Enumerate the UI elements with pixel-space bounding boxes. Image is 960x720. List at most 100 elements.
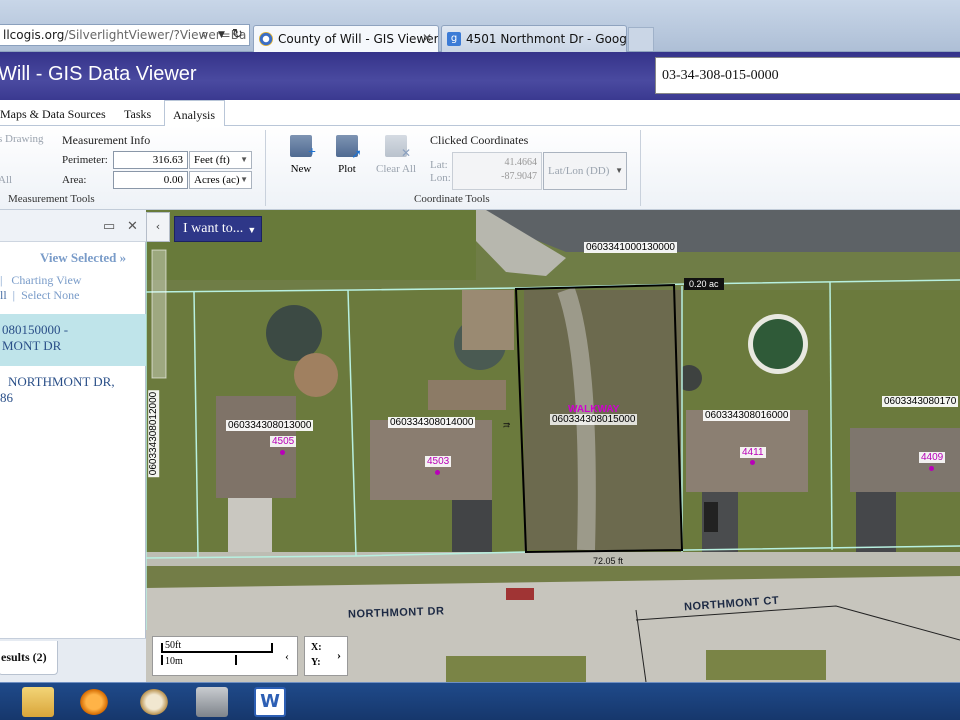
address-point[interactable] (435, 470, 440, 475)
plot-cursor-icon: ➚ (336, 135, 362, 161)
coordinate-format: Lat/Lon (DD) (548, 165, 610, 177)
parcel-pin-label[interactable]: 060334308012000 (148, 389, 160, 478)
new-tab-button[interactable] (628, 27, 654, 51)
new-label: New (290, 163, 312, 175)
lat-value: 41.4664 (504, 157, 538, 168)
results-panel: ▭ ✕ View Selected » | Charting View ll |… (0, 210, 146, 682)
parcel-pin-label-selected[interactable]: 060334308015000 (550, 414, 638, 425)
tab-analysis[interactable]: Analysis (164, 100, 225, 127)
charting-view-link[interactable]: Charting View (11, 273, 81, 287)
coordinate-format-select[interactable]: Lat/Lon (DD) ▼ (543, 152, 627, 190)
view-selected-label: View Selected (40, 250, 117, 265)
i-want-to-menu[interactable]: I want to... ▼ (174, 216, 263, 242)
parcel-pin-label[interactable]: 0603343080170 (882, 396, 959, 407)
dropdown-arrow-icon: ▼ (615, 166, 623, 175)
scale-line: 50ft (161, 640, 273, 653)
address-label: 4503 (425, 456, 452, 467)
address-label: 4505 (270, 436, 297, 447)
media-player-icon[interactable] (78, 687, 110, 717)
parcel-pin-label[interactable]: 060334308014000 (388, 417, 476, 428)
address-label: 4411 (740, 447, 766, 458)
address-bar[interactable]: llcogis.org/SilverlightViewer/?Viewer=Ba… (0, 24, 250, 46)
result-line-2: MONT DR (2, 338, 62, 353)
ie-favicon-icon (259, 32, 273, 46)
select-links: ll | Select None (0, 288, 79, 303)
coordinate-tools-caption: Coordinate Tools (414, 193, 490, 205)
result-line-2: 86 (0, 390, 13, 405)
search-input[interactable]: 03-34-308-015-0000 (655, 57, 960, 94)
result-line-1: 080150000 - (2, 322, 69, 337)
ribbon-divider (265, 130, 266, 206)
parcel-pin-label[interactable]: 060334308013000 (226, 420, 314, 431)
ribbon-panel: s Drawing All Measurement Info Perimeter… (0, 126, 960, 210)
view-selected-link[interactable]: View Selected » (40, 250, 126, 266)
plot-coordinate-button[interactable]: ➚ Plot (327, 135, 367, 175)
result-item[interactable]: NORTHMONT DR, 86 (0, 374, 146, 406)
tab-gis-viewer[interactable]: County of Will - GIS Viewer ✕ (253, 25, 439, 52)
close-icon[interactable]: ✕ (127, 218, 138, 234)
parcel-pin-label[interactable]: 0603341000130000 (584, 242, 677, 253)
perimeter-unit-select[interactable]: Feet (ft) ▼ (189, 151, 252, 169)
close-tab-icon[interactable]: ✕ (422, 31, 432, 45)
area-unit: Acres (ac) (194, 174, 240, 186)
word-icon[interactable]: W (254, 687, 286, 717)
area-unit-select[interactable]: Acres (ac) ▼ (189, 171, 252, 189)
lon-value: -87.9047 (501, 171, 537, 182)
double-chevron-icon: » (119, 250, 127, 265)
results-panel-header: ▭ ✕ (0, 210, 146, 242)
results-tab[interactable]: esults (2) (0, 641, 58, 675)
perimeter-unit: Feet (ft) (194, 154, 230, 166)
search-icon[interactable]: ⌕ (201, 27, 208, 42)
dimension-label: ft (501, 422, 512, 428)
select-all-link[interactable]: ll (0, 288, 7, 302)
area-tag: 0.20 ac (684, 278, 724, 290)
separator: | (12, 288, 16, 302)
paint-icon[interactable] (138, 687, 170, 717)
results-panel-footer: esults (2) (0, 638, 146, 682)
area-value: 0.00 (113, 171, 188, 189)
address-point[interactable] (750, 460, 755, 465)
plot-label: Plot (338, 163, 356, 175)
refresh-icon[interactable]: ↻ (232, 27, 243, 42)
new-point-icon: + (290, 135, 316, 160)
select-none-link[interactable]: Select None (21, 288, 79, 302)
windows-taskbar: W (0, 682, 960, 720)
new-coordinate-button[interactable]: + New (281, 135, 321, 175)
chevron-right-icon[interactable]: › (337, 648, 341, 663)
minimize-icon[interactable]: ▭ (103, 218, 115, 234)
clear-all-coordinates-button[interactable]: ✕ Clear All (373, 135, 419, 175)
clear-all-label: Clear All (375, 163, 417, 175)
scale-meters: 10m (165, 656, 183, 667)
address-label: 4409 (919, 452, 946, 463)
chevron-left-icon[interactable]: ‹ (285, 649, 289, 664)
ribbon-tabs: Maps & Data Sources Tasks Analysis (0, 100, 960, 127)
tab-label: County of Will - GIS Viewer (278, 32, 439, 46)
perimeter-label: Perimeter: (62, 154, 108, 166)
chevron-left-icon: ‹ (155, 220, 161, 233)
coordinate-readout: 41.4664 -87.9047 (452, 152, 542, 190)
address-point[interactable] (280, 450, 285, 455)
i-want-to-label: I want to... (183, 221, 244, 236)
url-host: llcogis.org (3, 28, 65, 42)
map-view[interactable]: ‹ I want to... ▼ 0603341000130000 0603343… (146, 210, 960, 682)
tab-google[interactable]: g 4501 Northmont Dr - Google ... (441, 25, 627, 52)
address-point[interactable] (929, 466, 934, 471)
word-letter: W (260, 691, 280, 712)
result-line-1: NORTHMONT DR, (8, 374, 115, 389)
clear-all-drawings-link[interactable]: All (0, 174, 12, 186)
clicked-coordinates-label: Clicked Coordinates (430, 133, 529, 147)
tab-label: 4501 Northmont Dr - Google ... (466, 32, 627, 46)
dropdown-arrow-icon: ▼ (240, 155, 248, 164)
tab-maps-data-sources[interactable]: Maps & Data Sources (0, 100, 114, 126)
perimeter-value: 316.63 (113, 151, 188, 169)
file-explorer-icon[interactable] (22, 687, 54, 717)
measurement-info-label: Measurement Info (62, 133, 151, 147)
collapse-panel-button[interactable]: ‹ (146, 212, 170, 242)
parcel-pin-label[interactable]: 060334308016000 (703, 410, 791, 421)
app-header: Will - GIS Data Viewer 03-34-308-015-000… (0, 52, 960, 100)
result-item-selected[interactable]: 080150000 - MONT DR (0, 314, 146, 366)
cursor-coordinates: X: Y: › (304, 636, 348, 676)
calculator-icon[interactable] (196, 687, 228, 717)
tab-tasks[interactable]: Tasks (116, 100, 159, 126)
dropdown-arrow-icon[interactable]: ▼ (218, 30, 225, 40)
